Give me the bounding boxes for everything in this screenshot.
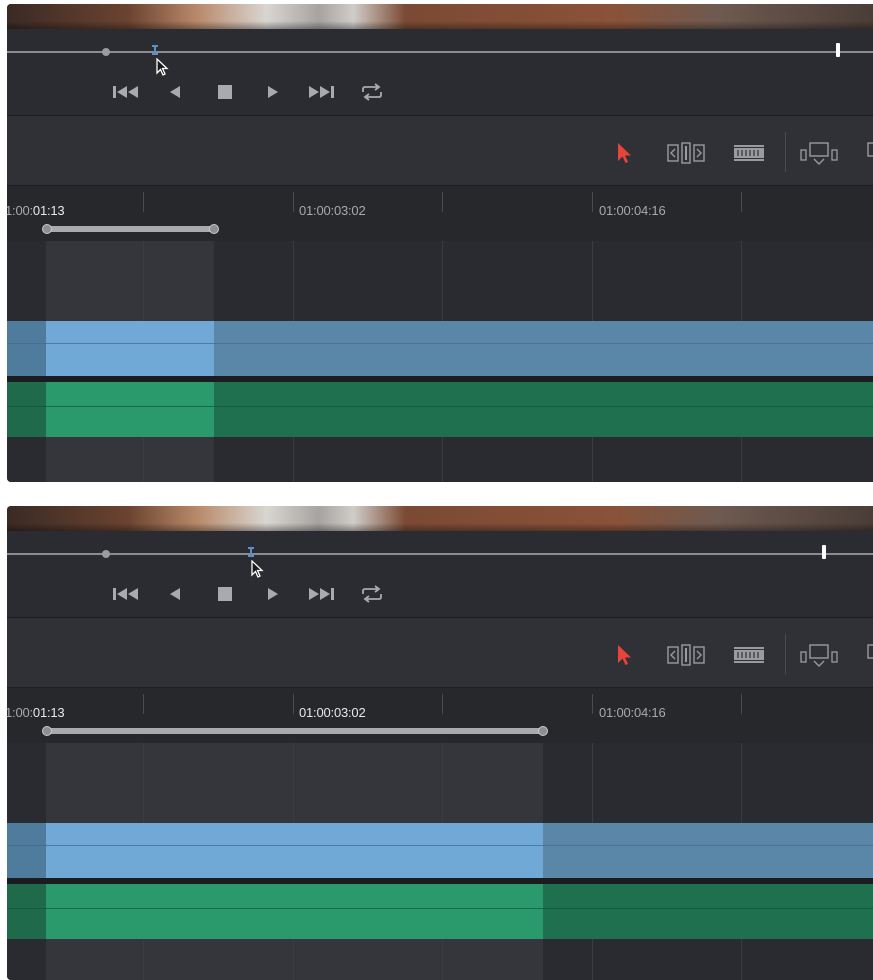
timeline-panel-after: 1:00:01:13 01:00:03:02 01:00:04:16 xyxy=(7,506,873,980)
stop-icon xyxy=(218,85,232,99)
toolbar-separator xyxy=(785,634,786,674)
audio-clip-selected-portion xyxy=(46,884,543,939)
range-out-handle[interactable] xyxy=(538,726,548,736)
jump-to-start-icon xyxy=(113,588,138,600)
scrubber-in-point[interactable] xyxy=(102,48,110,56)
clip-edge xyxy=(7,382,46,437)
overwrite-clip-icon[interactable] xyxy=(867,644,873,666)
play-reverse-button[interactable] xyxy=(165,585,185,603)
video-clip-selected-portion xyxy=(46,823,543,878)
overwrite-clip-icon[interactable] xyxy=(867,142,873,164)
loop-icon xyxy=(362,585,382,603)
selection-mode-icon[interactable] xyxy=(616,644,632,666)
ruler-tick xyxy=(293,192,294,212)
jump-to-end-button[interactable] xyxy=(307,585,335,603)
jump-to-start-button[interactable] xyxy=(112,83,140,101)
trim-edit-mode-icon[interactable] xyxy=(667,644,705,666)
audio-track-clip[interactable] xyxy=(7,382,873,437)
clip-edge xyxy=(7,823,46,878)
blade-edit-mode-icon[interactable] xyxy=(733,644,765,666)
ruler-tick xyxy=(741,694,742,714)
ruler-tick xyxy=(293,694,294,714)
clip-edge xyxy=(7,321,46,376)
ruler-tick xyxy=(442,192,443,212)
timeline-ruler[interactable]: 1:00:01:13 01:00:03:02 01:00:04:16 xyxy=(7,185,873,242)
timecode-label: 01:00:04:16 xyxy=(599,705,666,720)
insert-clip-icon[interactable] xyxy=(800,644,842,668)
scrubber-end-handle[interactable] xyxy=(836,43,840,57)
timeline-tracks[interactable] xyxy=(7,743,873,980)
scrubber-track[interactable] xyxy=(7,553,873,555)
ruler-tick xyxy=(592,694,593,714)
play-icon xyxy=(268,588,278,600)
range-out-handle[interactable] xyxy=(209,224,219,234)
video-clip-selected-portion xyxy=(46,321,214,376)
timeline-ruler[interactable]: 1:00:01:13 01:00:03:02 01:00:04:16 xyxy=(7,687,873,744)
audio-track-clip[interactable] xyxy=(7,884,873,939)
play-forward-button[interactable] xyxy=(263,585,283,603)
timecode-label: 01:00:03:02 xyxy=(299,203,366,218)
clip-edge xyxy=(7,884,46,939)
scrubber-track[interactable] xyxy=(7,51,873,53)
trim-edit-mode-icon[interactable] xyxy=(667,142,705,164)
video-track-clip[interactable] xyxy=(7,321,873,376)
jump-to-end-icon xyxy=(309,588,334,600)
stop-button[interactable] xyxy=(215,83,235,101)
selection-mode-icon[interactable] xyxy=(616,142,632,164)
timeline-toolbar xyxy=(7,115,873,186)
loop-icon xyxy=(362,83,382,101)
ruler-tick xyxy=(442,694,443,714)
transport-bar xyxy=(7,531,873,617)
timecode-label: 01:00:03:02 xyxy=(299,705,366,720)
clip-divider-line xyxy=(7,845,873,846)
timecode-label: 01:00:04:16 xyxy=(599,203,666,218)
video-frame-strip xyxy=(7,506,873,531)
ruler-tick xyxy=(143,192,144,212)
range-in-handle[interactable] xyxy=(42,224,52,234)
clip-divider-line xyxy=(7,908,873,909)
stop-button[interactable] xyxy=(215,585,235,603)
jump-to-start-button[interactable] xyxy=(112,585,140,603)
ruler-tick xyxy=(741,192,742,212)
play-icon xyxy=(268,86,278,98)
scrubber-end-handle[interactable] xyxy=(822,545,826,559)
timeline-panel-before: 1:00:01:13 01:00:03:02 01:00:04:16 xyxy=(7,4,873,482)
jump-to-start-icon xyxy=(113,86,138,98)
scrubber-in-point[interactable] xyxy=(102,550,110,558)
mouse-cursor-icon xyxy=(156,58,169,76)
jump-to-end-icon xyxy=(309,86,334,98)
timecode-label: 1:00:01:13 xyxy=(7,203,65,218)
play-forward-button[interactable] xyxy=(263,83,283,101)
scrubber-playhead[interactable] xyxy=(248,547,254,557)
audio-clip-selected-portion xyxy=(46,382,214,437)
loop-button[interactable] xyxy=(359,585,385,603)
selection-range-bar[interactable] xyxy=(46,728,543,734)
timecode-label: 1:00:01:13 xyxy=(7,705,65,720)
timeline-tracks[interactable] xyxy=(7,241,873,482)
play-reverse-icon xyxy=(170,588,180,600)
blade-edit-mode-icon[interactable] xyxy=(733,142,765,164)
clip-divider-line xyxy=(7,343,873,344)
mouse-cursor-icon xyxy=(251,560,264,578)
play-reverse-icon xyxy=(170,86,180,98)
timeline-toolbar xyxy=(7,617,873,688)
selection-range-bar[interactable] xyxy=(46,226,214,232)
ruler-tick xyxy=(143,694,144,714)
transport-bar xyxy=(7,29,873,115)
ruler-tick xyxy=(592,192,593,212)
play-reverse-button[interactable] xyxy=(165,83,185,101)
video-frame-strip xyxy=(7,4,873,29)
range-in-handle[interactable] xyxy=(42,726,52,736)
stop-icon xyxy=(218,587,232,601)
toolbar-separator xyxy=(785,132,786,172)
scrubber-playhead[interactable] xyxy=(152,45,158,55)
video-track-clip[interactable] xyxy=(7,823,873,878)
loop-button[interactable] xyxy=(359,83,385,101)
clip-divider-line xyxy=(7,406,873,407)
jump-to-end-button[interactable] xyxy=(307,83,335,101)
insert-clip-icon[interactable] xyxy=(800,142,842,166)
